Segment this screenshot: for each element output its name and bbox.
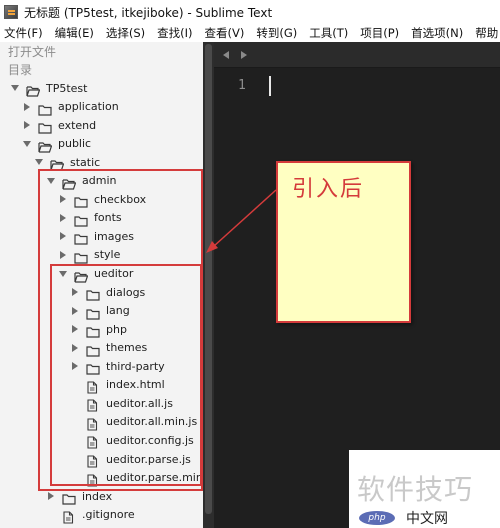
folder-icon	[38, 119, 52, 134]
menu-project[interactable]: 项目(P)	[354, 24, 405, 42]
tab-scroll-right-icon[interactable]	[240, 51, 248, 59]
folder-icon	[62, 490, 76, 505]
menu-goto[interactable]: 转到(G)	[250, 24, 303, 42]
tree-item-label: extend	[58, 118, 97, 132]
tree-item-label: TP5test	[46, 81, 88, 95]
disclosure-right-icon[interactable]	[46, 491, 56, 501]
tree-folder-item[interactable]: public	[22, 135, 91, 153]
line-number: 1	[238, 78, 246, 93]
folders-header: 目录	[8, 63, 33, 77]
tab-bar	[214, 42, 500, 68]
menu-view[interactable]: 查看(V)	[199, 24, 251, 42]
title-bar: 无标题 (TP5test, itkejiboke) - Sublime Text	[0, 0, 500, 24]
disclosure-down-icon[interactable]	[22, 139, 32, 149]
disclosure-down-icon[interactable]	[10, 83, 20, 93]
tree-item-label: application	[58, 100, 119, 114]
folder-open-icon	[50, 156, 65, 171]
menu-bar: 文件(F) 编辑(E) 选择(S) 查找(I) 查看(V) 转到(G) 工具(T…	[0, 24, 500, 42]
disclosure-right-icon[interactable]	[22, 120, 32, 130]
disclosure-down-icon[interactable]	[34, 157, 44, 167]
annotation-text: 引入后	[292, 177, 365, 202]
menu-find[interactable]: 查找(I)	[151, 24, 198, 42]
php-logo-icon: php	[359, 511, 395, 525]
scrollbar-thumb[interactable]	[205, 44, 212, 514]
tab-scroll-left-icon[interactable]	[222, 51, 230, 59]
tree-item-label: .gitignore	[82, 508, 135, 522]
watermark-text: 软件技巧	[357, 473, 474, 506]
folder-open-icon	[38, 138, 53, 153]
menu-preferences[interactable]: 首选项(N)	[405, 24, 469, 42]
tree-item-label: index	[82, 489, 113, 503]
annotation-note: 引入后	[276, 161, 411, 323]
window-title: 无标题 (TP5test, itkejiboke) - Sublime Text	[24, 5, 273, 20]
folder-open-icon	[26, 82, 41, 97]
watermark: 软件技巧 php 中文网	[349, 450, 500, 528]
folder-icon	[38, 101, 52, 116]
sublime-text-icon	[4, 5, 18, 19]
disclosure-right-icon[interactable]	[22, 102, 32, 112]
menu-selection[interactable]: 选择(S)	[100, 24, 151, 42]
menu-edit[interactable]: 编辑(E)	[49, 24, 100, 42]
menu-help[interactable]: 帮助	[469, 24, 500, 42]
watermark-site: 中文网	[406, 511, 448, 527]
tree-folder-item[interactable]: TP5test	[10, 79, 87, 97]
text-caret	[269, 76, 271, 96]
sidebar-scrollbar[interactable]	[203, 42, 214, 528]
tree-folder-item[interactable]: application	[22, 98, 119, 116]
open-files-header: 打开文件	[8, 45, 57, 59]
ueditor-highlight-box	[50, 264, 202, 486]
tree-item-label: static	[70, 155, 101, 169]
file-icon	[62, 509, 76, 524]
menu-tools[interactable]: 工具(T)	[303, 24, 354, 42]
menu-file[interactable]: 文件(F)	[0, 24, 49, 42]
tree-file-item[interactable]: .gitignore	[46, 506, 135, 524]
tree-item-label: public	[58, 137, 92, 151]
tree-folder-item[interactable]: extend	[22, 116, 96, 134]
